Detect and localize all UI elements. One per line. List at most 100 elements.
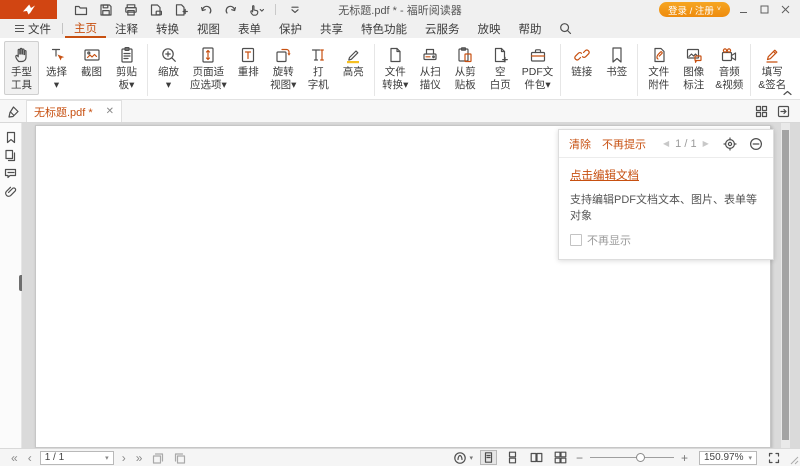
thumbnails-grid-icon[interactable] (755, 105, 768, 118)
pager-prev-icon[interactable]: ◀ (663, 139, 669, 148)
comments-panel-icon[interactable] (3, 166, 19, 180)
vertical-scrollbar[interactable] (781, 123, 790, 448)
menu-tab-help[interactable]: 帮助 (510, 19, 551, 38)
email-icon[interactable] (148, 2, 164, 18)
ribbon-image-annotation[interactable]: 图像 标注 (676, 41, 711, 95)
ribbon-from-scanner[interactable]: 从扫 描仪 (413, 41, 448, 95)
ribbon-blank-page[interactable]: 空 白页 (483, 41, 518, 95)
zoom-slider[interactable] (590, 450, 674, 465)
scrollbar-thumb[interactable] (782, 130, 789, 440)
ribbon-highlight[interactable]: 高亮 (336, 41, 371, 82)
ribbon-zoom[interactable]: 缩放 ▾ (151, 41, 186, 95)
read-mode-icon[interactable] (777, 105, 790, 118)
ribbon-fill-sign[interactable]: 填写 &签名 (754, 41, 790, 95)
collapse-ribbon-icon[interactable] (783, 90, 792, 96)
facing-continuous-view-icon[interactable] (552, 450, 569, 465)
ribbon-hand-tool[interactable]: 手型 工具 (4, 41, 39, 95)
menu-tab-protect[interactable]: 保护 (270, 19, 311, 38)
ribbon-pdf-portfolio[interactable]: PDF文 件包▾ (518, 41, 558, 95)
create-pdf-icon[interactable] (173, 2, 189, 18)
last-page-button[interactable]: » (131, 452, 148, 464)
menu-file[interactable]: 文件 (6, 19, 60, 38)
notification-minimize-icon[interactable] (749, 137, 763, 151)
ribbon-file-attachment[interactable]: 文件 附件 (641, 41, 676, 95)
fullscreen-icon[interactable] (768, 452, 780, 464)
ribbon-page-fit[interactable]: 页面适 应选项▾ (186, 41, 231, 95)
dont-show-checkbox[interactable] (570, 234, 582, 246)
bookmarks-panel-icon[interactable] (3, 130, 19, 144)
menu-tab-share[interactable]: 共享 (311, 19, 352, 38)
pages-panel-icon[interactable] (3, 148, 19, 162)
single-page-view-icon[interactable] (480, 450, 497, 465)
next-page-button[interactable]: › (117, 452, 131, 464)
menu-tab-convert[interactable]: 转换 (147, 19, 188, 38)
prev-page-button[interactable]: ‹ (23, 452, 37, 464)
ribbon-separator (560, 44, 561, 96)
undo-icon[interactable] (198, 2, 214, 18)
attachment-icon (649, 44, 669, 66)
ribbon-clipboard[interactable]: 剪贴 板▾ (109, 41, 144, 95)
pan-tool-selector[interactable]: ▾ (453, 451, 473, 465)
menu-tab-form[interactable]: 表单 (229, 19, 270, 38)
dont-remind-button[interactable]: 不再提示 (602, 136, 646, 152)
attachments-panel-icon[interactable] (3, 184, 19, 198)
save-icon[interactable] (98, 2, 114, 18)
menu-tab-comment[interactable]: 注释 (106, 19, 147, 38)
ribbon-reflow[interactable]: 重排 (231, 41, 266, 82)
menu-search-button[interactable] (551, 19, 580, 38)
next-view-icon[interactable] (173, 451, 187, 465)
clear-button[interactable]: 清除 (569, 136, 591, 152)
page-number-input[interactable]: 1 / 1 ▾ (40, 451, 114, 465)
menu-divider (62, 23, 63, 34)
menu-tab-home[interactable]: 主页 (65, 19, 106, 38)
zoom-slider-handle[interactable] (636, 453, 645, 462)
resize-grip[interactable] (790, 456, 799, 465)
continuous-view-icon[interactable] (504, 450, 521, 465)
previous-view-icon[interactable] (151, 451, 165, 465)
from-clipboard-icon (455, 44, 475, 66)
notification-pager: ◀ 1 / 1 ▶ (663, 138, 709, 150)
ribbon-select[interactable]: 选择 ▾ (39, 41, 74, 95)
fill-sign-icon (762, 44, 782, 66)
ribbon-file-convert[interactable]: 文件 转换▾ (378, 41, 413, 95)
touch-mode-icon[interactable] (248, 2, 264, 18)
file-convert-icon (385, 44, 405, 66)
first-page-button[interactable]: « (6, 452, 23, 464)
tab-close-icon[interactable]: ✕ (106, 107, 114, 117)
pager-next-icon[interactable]: ▶ (703, 139, 709, 148)
facing-view-icon[interactable] (528, 450, 545, 465)
zoom-level-input[interactable]: 150.97% ▾ (699, 451, 757, 465)
zoom-dropdown-icon[interactable]: ▾ (748, 454, 752, 462)
document-tab[interactable]: 无标题.pdf * ✕ (26, 100, 122, 122)
ribbon-from-clipboard[interactable]: 从剪 贴板 (448, 41, 483, 95)
notification-header: 清除 不再提示 ◀ 1 / 1 ▶ (559, 130, 773, 158)
page-fit-icon (198, 44, 218, 66)
zoom-out-button[interactable]: − (576, 451, 583, 465)
ribbon-bookmark[interactable]: 书签 (599, 41, 634, 82)
quick-edit-icon[interactable] (0, 100, 26, 122)
ribbon-rotate-view[interactable]: 旋转 视图▾ (266, 41, 301, 95)
menu-tab-slideshow[interactable]: 放映 (469, 19, 510, 38)
ribbon-typewriter[interactable]: 打 字机 (301, 41, 336, 95)
ribbon-audio-video[interactable]: 音频 &视频 (711, 41, 747, 95)
zoom-level-value: 150.97% (704, 452, 743, 463)
menu-tab-cloud[interactable]: 云服务 (416, 19, 469, 38)
maximize-button[interactable] (754, 0, 775, 19)
redo-icon[interactable] (223, 2, 239, 18)
login-register-button[interactable]: 登录 / 注册 ˅ (659, 2, 730, 17)
ribbon-link[interactable]: 链接 (564, 41, 599, 82)
minimize-button[interactable] (733, 0, 754, 19)
edit-document-link[interactable]: 点击编辑文档 (570, 170, 639, 182)
open-file-icon[interactable] (73, 2, 89, 18)
ribbon-separator (637, 44, 638, 96)
notification-settings-icon[interactable] (723, 137, 737, 151)
hamburger-icon (15, 25, 24, 32)
ribbon-snapshot[interactable]: 截图 (74, 41, 109, 82)
print-icon[interactable] (123, 2, 139, 18)
page-dropdown-icon[interactable]: ▾ (105, 454, 109, 462)
customize-toolbar-icon[interactable] (287, 2, 303, 18)
close-button[interactable] (775, 0, 796, 19)
zoom-in-button[interactable]: + (681, 451, 688, 465)
menu-tab-features[interactable]: 特色功能 (352, 19, 416, 38)
menu-tab-view[interactable]: 视图 (188, 19, 229, 38)
